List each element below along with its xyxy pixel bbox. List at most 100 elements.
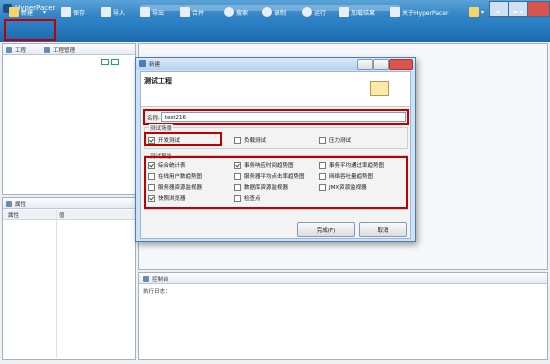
checkbox-box[interactable] — [234, 172, 241, 180]
tab-project-mgmt[interactable]: 工程管理 — [44, 46, 75, 54]
cancel-button[interactable]: 取消 — [359, 222, 407, 237]
checkbox-box[interactable] — [148, 172, 155, 180]
report-hit-rate-checkbox[interactable]: 服务器平均点击率趋势图 — [234, 172, 305, 180]
project-panel: 工程 工程管理 — [2, 43, 136, 195]
scenario-group-label: 测试场景 — [149, 124, 174, 132]
report-snapshot-browser-label: 快照浏览器 — [158, 196, 186, 202]
report-txn-pass-rate-label: 事务平均通过率趋势图 — [329, 163, 385, 169]
scenario-stress-checkbox[interactable]: 压力测试 — [319, 136, 351, 144]
about-button[interactable]: 关于HyperPacer — [390, 3, 449, 21]
main-toolbar — [0, 18, 550, 42]
checkbox-box[interactable] — [148, 136, 155, 144]
report-checkpoint-label: 检查点 — [244, 196, 261, 202]
dialog-maximize-button[interactable] — [373, 59, 389, 70]
tab-console[interactable]: 控制台 — [143, 275, 169, 283]
back-button[interactable]: ⬅ ▾ — [513, 3, 523, 21]
link-icon[interactable] — [111, 59, 119, 65]
dialog-minimize-button[interactable] — [357, 59, 373, 70]
new-project-dialog: 新建 测试工程 名称: test216 测试场景 开发测试 负载测试 压力测试 … — [135, 57, 416, 242]
properties-title: 属性 — [15, 202, 27, 208]
close-window-button[interactable] — [527, 1, 550, 17]
scenario-dev-checkbox[interactable]: 开发测试 — [148, 136, 180, 144]
arrow-right-icon: ➔ — [495, 8, 501, 16]
load-results-icon — [339, 7, 349, 17]
finish-button[interactable]: 完成(F) — [297, 222, 355, 237]
report-jmx-monitor-label: JMX资源监视器 — [329, 185, 367, 191]
checkbox-box[interactable] — [319, 161, 326, 169]
tab-project[interactable]: 工程 — [6, 46, 26, 54]
console-title: 控制台 — [152, 277, 169, 283]
report-checkpoint-checkbox[interactable]: 检查点 — [234, 194, 261, 202]
report-summary-label: 综合统计表 — [158, 163, 186, 169]
import-label: 导入 — [113, 9, 126, 17]
report-jmx-monitor-checkbox[interactable]: JMX资源监视器 — [319, 183, 367, 191]
load-results-label: 加载结果 — [351, 9, 376, 17]
dialog-header-title: 测试工程 — [144, 77, 172, 85]
report-txn-pass-rate-checkbox[interactable]: 事务平均通过率趋势图 — [319, 161, 384, 169]
report-online-users-checkbox[interactable]: 在线用户数趋势图 — [148, 172, 202, 180]
checkbox-box[interactable] — [148, 183, 155, 191]
scenario-load-checkbox[interactable]: 负载测试 — [234, 136, 266, 144]
tab-project-label: 工程 — [15, 48, 27, 54]
export-label: 导出 — [152, 9, 165, 17]
properties-table-header — [3, 210, 135, 220]
exec-log-label: 执行日志： — [143, 289, 171, 295]
new-button-highlight — [4, 19, 56, 41]
report-online-users-label: 在线用户数趋势图 — [158, 174, 203, 180]
load-results-button[interactable]: 加载结果 — [339, 3, 375, 21]
report-summary-checkbox[interactable]: 综合统计表 — [148, 161, 186, 169]
run-button[interactable]: 运行 — [302, 3, 326, 21]
project-icon — [6, 47, 12, 53]
chevron-down-icon[interactable]: ▾ — [43, 9, 46, 16]
checkbox-box[interactable] — [234, 161, 241, 169]
report-throughput-checkbox[interactable]: 网络吞吐量趋势图 — [319, 172, 373, 180]
console-panel: 控制台 执行日志： — [138, 272, 548, 360]
report-snapshot-browser-checkbox[interactable]: 快照浏览器 — [148, 194, 186, 202]
forward-button[interactable]: ➔ — [495, 3, 500, 21]
checkbox-box[interactable] — [148, 161, 155, 169]
save-button[interactable]: 保存 — [61, 3, 85, 21]
search-button[interactable]: 搜索 — [224, 3, 248, 21]
checkbox-box[interactable] — [319, 172, 326, 180]
dialog-window-title: 新建 — [149, 62, 161, 68]
checkbox-box[interactable] — [234, 136, 241, 144]
merge-button[interactable]: 合并 — [180, 3, 204, 21]
record-button[interactable]: 录制 — [262, 3, 286, 21]
checkbox-box[interactable] — [148, 194, 155, 202]
dialog-body: 测试工程 名称: test216 测试场景 开发测试 负载测试 压力测试 测试报… — [140, 71, 411, 239]
import-icon — [101, 7, 111, 17]
console-icon — [143, 276, 149, 282]
report-server-monitor-label: 服务器资源监视器 — [158, 185, 203, 191]
checkbox-box[interactable] — [319, 183, 326, 191]
record-label: 录制 — [274, 9, 287, 17]
properties-icon — [6, 201, 12, 207]
column-header-property: 属性 — [8, 213, 20, 219]
search-label: 搜索 — [236, 9, 249, 17]
chevron-down-icon[interactable]: ▾ — [520, 9, 523, 16]
collapse-icon[interactable] — [101, 59, 109, 65]
pencil-icon — [469, 7, 479, 17]
checkbox-box[interactable] — [234, 194, 241, 202]
about-icon — [390, 7, 400, 17]
checkbox-box[interactable] — [319, 136, 326, 144]
run-label: 运行 — [314, 9, 327, 17]
scenario-stress-label: 压力测试 — [329, 138, 352, 144]
report-db-monitor-label: 数据库资源监视器 — [244, 185, 289, 191]
arrow-left-icon: ⬅ — [513, 8, 519, 16]
project-mgmt-icon — [44, 47, 50, 53]
report-txn-response-label: 事务响应时间趋势图 — [244, 163, 294, 169]
tab-properties[interactable]: 属性 — [6, 200, 26, 208]
chevron-down-icon[interactable]: ▾ — [481, 9, 484, 16]
report-throughput-label: 网络吞吐量趋势图 — [329, 174, 374, 180]
report-db-monitor-checkbox[interactable]: 数据库资源监视器 — [234, 183, 288, 191]
report-server-monitor-checkbox[interactable]: 服务器资源监视器 — [148, 183, 202, 191]
export-button[interactable]: 导出 — [140, 3, 164, 21]
console-header — [139, 273, 547, 284]
report-txn-response-checkbox[interactable]: 事务响应时间趋势图 — [234, 161, 294, 169]
project-name-input[interactable]: test216 — [161, 112, 406, 122]
save-label: 保存 — [73, 9, 86, 17]
dialog-close-button[interactable] — [389, 59, 413, 70]
checkbox-box[interactable] — [234, 183, 241, 191]
edit-tool-button[interactable]: ▾ — [469, 3, 484, 21]
import-button[interactable]: 导入 — [101, 3, 125, 21]
